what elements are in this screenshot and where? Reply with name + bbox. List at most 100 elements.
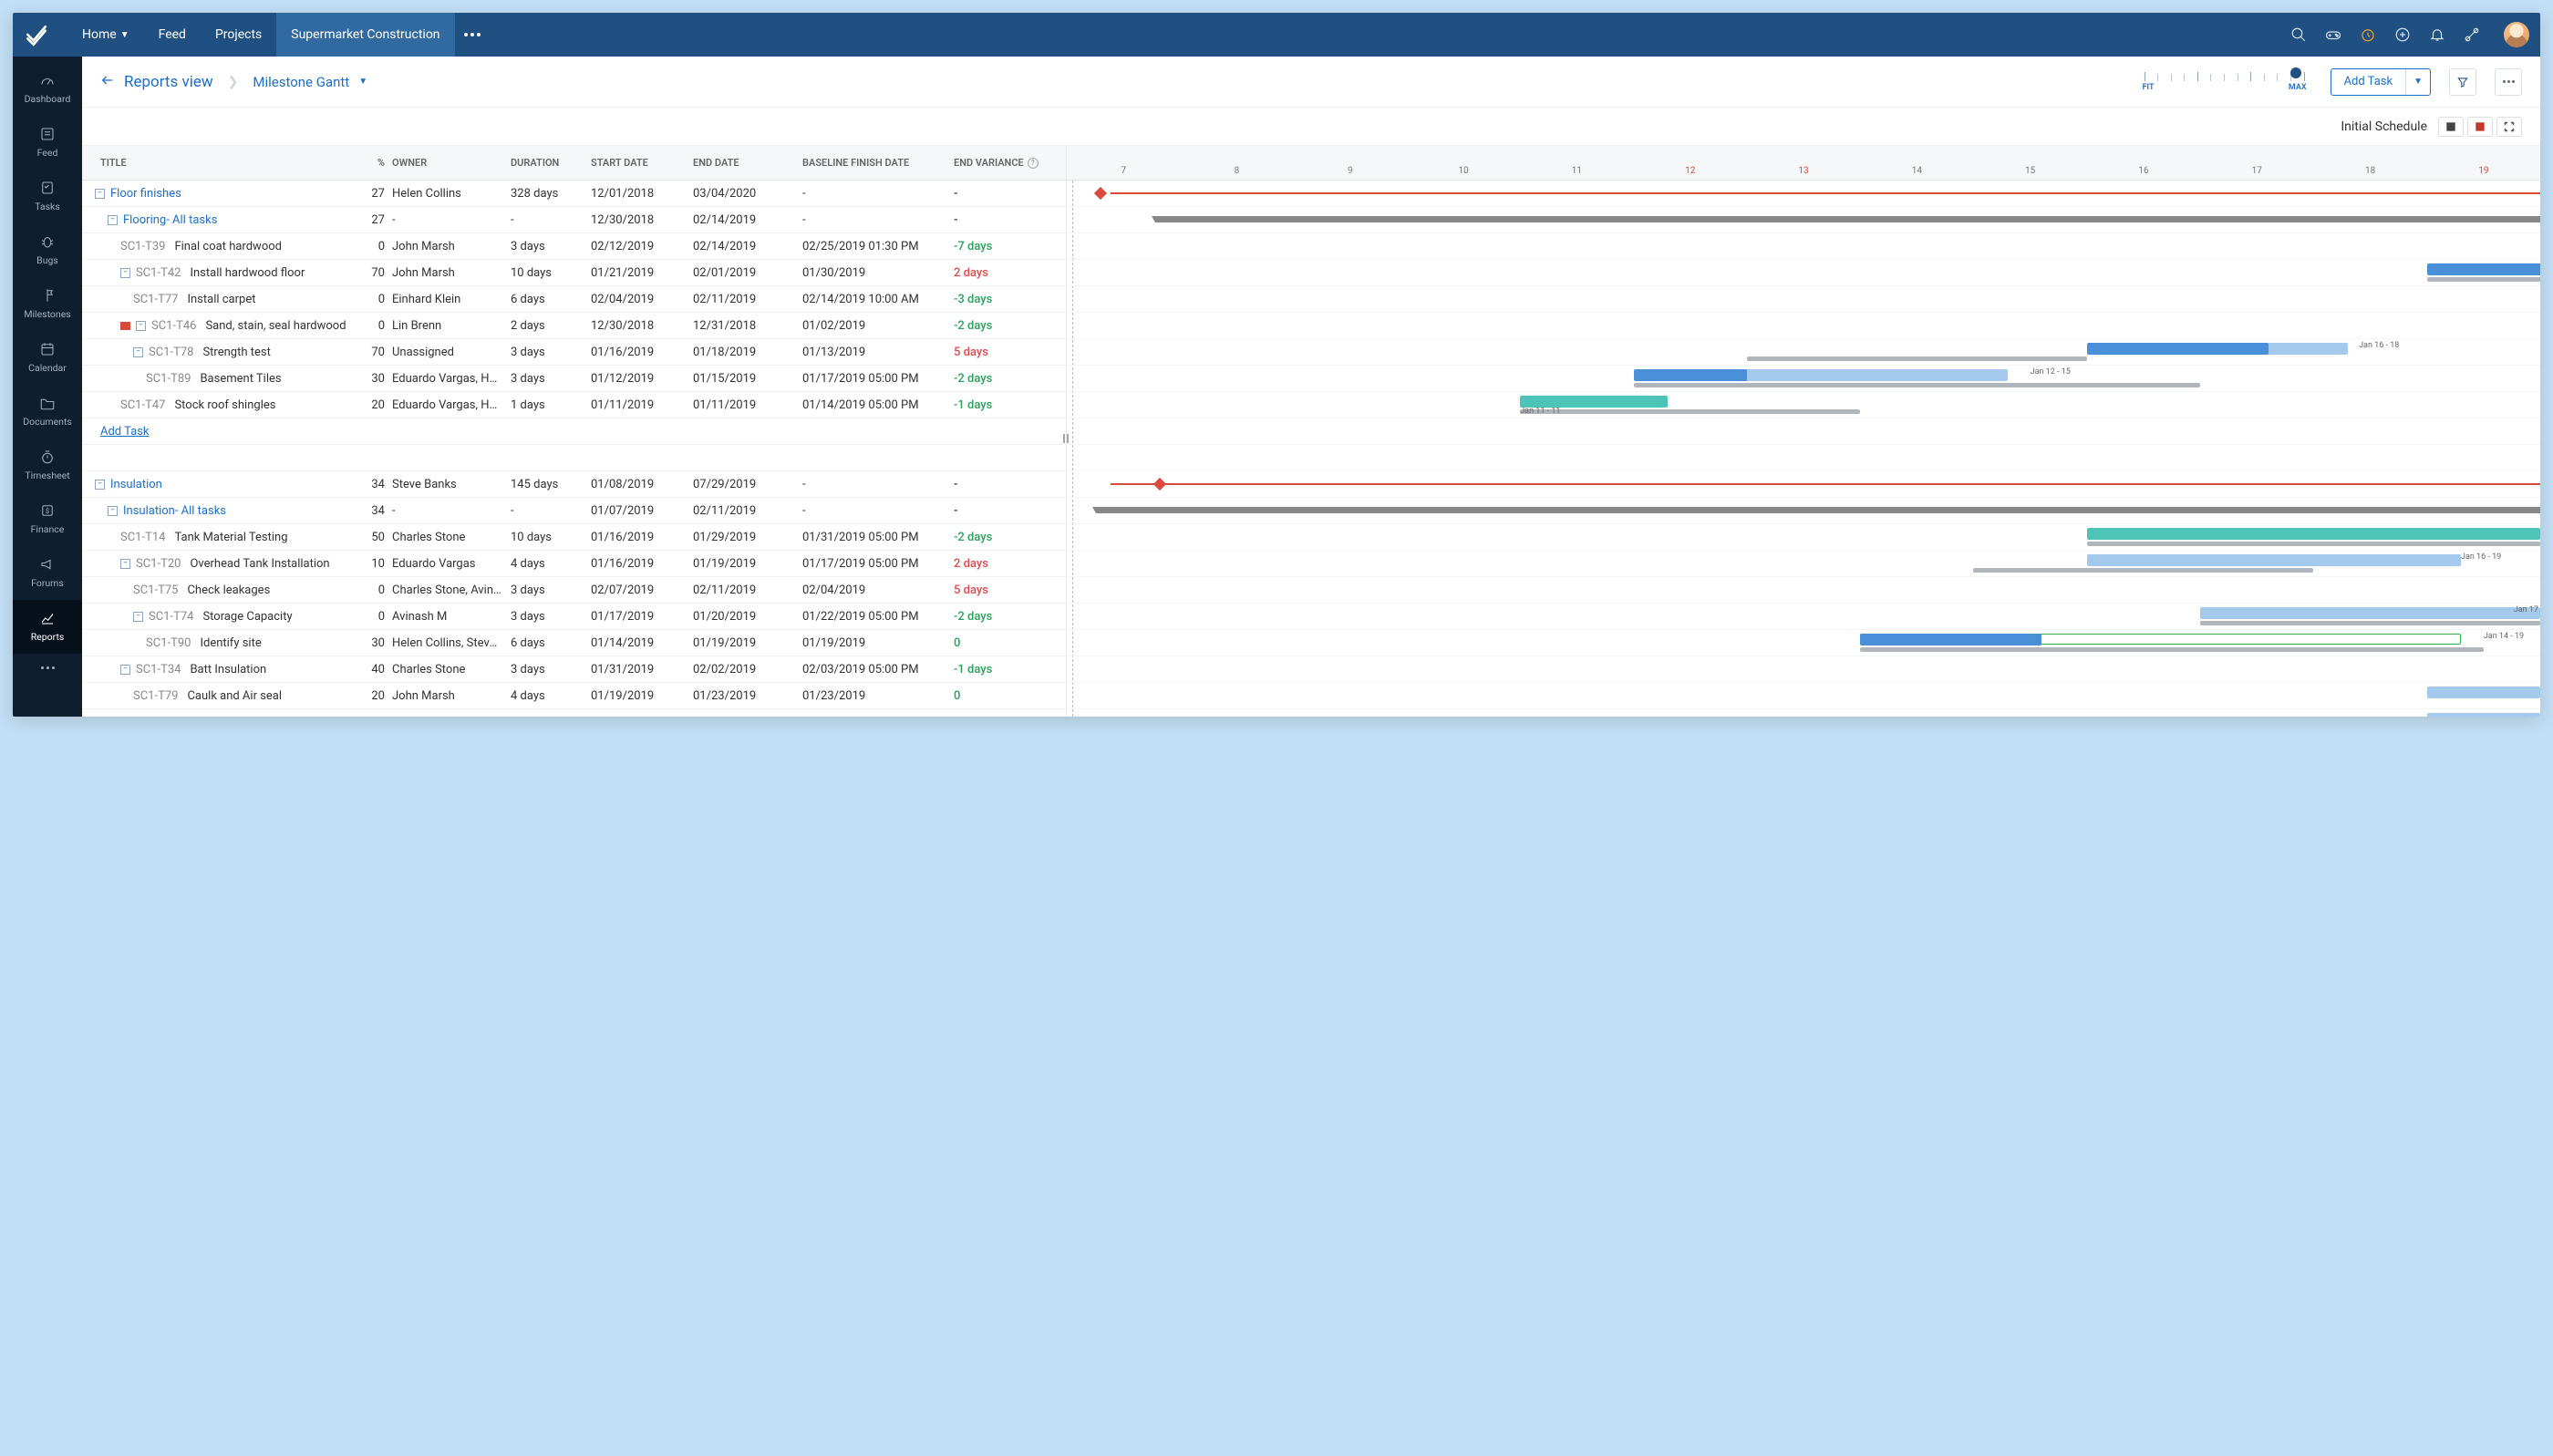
gantt-row[interactable]: Jan 16 - 19 bbox=[1067, 551, 2540, 577]
gantt-bar[interactable] bbox=[1860, 634, 2041, 645]
table-row[interactable]: −Insulation- All tasks34--01/07/201902/1… bbox=[82, 498, 1066, 524]
gantt-row[interactable]: Jan 16 - 18 bbox=[1067, 339, 2540, 366]
gamepad-icon[interactable] bbox=[2325, 26, 2341, 43]
task-title[interactable]: Strength test bbox=[202, 346, 270, 359]
task-title[interactable]: Draft and Fire stop bbox=[174, 716, 272, 718]
table-row[interactable]: −SC1-T20Overhead Tank Installation10Edua… bbox=[82, 551, 1066, 577]
task-title[interactable]: Identify site bbox=[200, 636, 261, 650]
filter-button[interactable] bbox=[2449, 68, 2476, 96]
gantt-row[interactable] bbox=[1067, 181, 2540, 207]
table-row[interactable]: SC1-T79Caulk and Air seal20John Marsh4 d… bbox=[82, 683, 1066, 709]
breadcrumb-milestone-gantt[interactable]: Milestone Gantt ▼ bbox=[253, 74, 367, 90]
gantt-bar[interactable] bbox=[1634, 369, 1747, 381]
col-owner[interactable]: OWNER bbox=[392, 157, 511, 169]
collapse-toggle[interactable]: − bbox=[95, 189, 105, 199]
rail-forums[interactable]: Forums bbox=[13, 546, 82, 600]
col-baseline[interactable]: BASELINE FINISH DATE bbox=[802, 157, 954, 169]
fullscreen-icon[interactable] bbox=[2496, 117, 2522, 137]
user-avatar[interactable] bbox=[2504, 22, 2529, 47]
gantt-row[interactable] bbox=[1067, 709, 2540, 717]
table-row[interactable]: −SC1-T42Install hardwood floor70John Mar… bbox=[82, 260, 1066, 286]
gantt-bar[interactable] bbox=[1111, 192, 2540, 194]
rail-reports[interactable]: Reports bbox=[13, 600, 82, 654]
gantt-bar[interactable] bbox=[2427, 263, 2540, 275]
breadcrumb-reports-view[interactable]: Reports view bbox=[124, 73, 213, 91]
gantt-row[interactable]: Jan 14 - 19 bbox=[1067, 630, 2540, 656]
col-start[interactable]: START DATE bbox=[591, 157, 693, 169]
collapse-toggle[interactable]: − bbox=[108, 215, 118, 225]
export-excel-icon[interactable] bbox=[2438, 117, 2464, 137]
nav-projects[interactable]: Projects bbox=[201, 13, 276, 57]
add-task-link[interactable]: Add Task bbox=[100, 425, 150, 439]
gantt-bar[interactable] bbox=[1634, 383, 2201, 387]
table-row[interactable]: SC1-T75Check leakages0Charles Stone, Avi… bbox=[82, 577, 1066, 604]
gantt-row[interactable] bbox=[1067, 418, 2540, 445]
gantt-row[interactable] bbox=[1067, 286, 2540, 313]
nav-feed[interactable]: Feed bbox=[144, 13, 201, 57]
bell-icon[interactable] bbox=[2429, 26, 2445, 43]
task-title[interactable]: Install carpet bbox=[187, 293, 255, 306]
gantt-row[interactable] bbox=[1067, 207, 2540, 233]
back-arrow-icon[interactable] bbox=[100, 73, 115, 91]
gantt-bar[interactable] bbox=[1860, 647, 2484, 652]
gantt-bar[interactable] bbox=[1096, 507, 2540, 513]
table-row[interactable]: −SC1-T74Storage Capacity0Avinash M3 days… bbox=[82, 604, 1066, 630]
col-end[interactable]: END DATE bbox=[693, 157, 802, 169]
export-pdf-icon[interactable] bbox=[2467, 117, 2493, 137]
table-row[interactable]: −Flooring- All tasks27--12/30/201802/14/… bbox=[82, 207, 1066, 233]
plus-circle-icon[interactable] bbox=[2394, 26, 2411, 43]
gantt-row[interactable]: Jan 17 bbox=[1067, 604, 2540, 630]
gantt-bar[interactable]: Jan 12 - 15 bbox=[2031, 367, 2071, 377]
task-title[interactable]: Sand, stain, seal hardwood bbox=[205, 319, 346, 333]
clock-alert-icon[interactable] bbox=[2360, 26, 2376, 43]
rail-feed[interactable]: Feed bbox=[13, 116, 82, 170]
col-title[interactable]: TITLE bbox=[82, 157, 356, 169]
tools-icon[interactable] bbox=[2464, 26, 2480, 43]
gantt-bar[interactable] bbox=[2200, 607, 2540, 619]
task-title[interactable]: Tank Material Testing bbox=[174, 531, 287, 544]
col-duration[interactable]: DURATION bbox=[511, 157, 591, 169]
nav-more-icon[interactable] bbox=[464, 33, 481, 36]
task-title[interactable]: Storage Capacity bbox=[202, 610, 292, 624]
gantt-bar[interactable] bbox=[1973, 568, 2313, 573]
table-row[interactable]: −SC1-T78Strength test70Unassigned3 days0… bbox=[82, 339, 1066, 366]
gantt-row[interactable] bbox=[1067, 524, 2540, 551]
rail-dashboard[interactable]: Dashboard bbox=[13, 62, 82, 116]
task-title[interactable]: Insulation- All tasks bbox=[123, 504, 226, 518]
task-title[interactable]: Batt Insulation bbox=[190, 663, 266, 676]
table-row[interactable]: −SC1-T34Batt Insulation40Charles Stone3 … bbox=[82, 656, 1066, 683]
task-title[interactable]: Caulk and Air seal bbox=[187, 689, 282, 703]
nav-project-current[interactable]: Supermarket Construction bbox=[276, 13, 454, 57]
gantt-row[interactable]: Jan 12 - 15 bbox=[1067, 366, 2540, 392]
add-task-button[interactable]: Add Task ▼ bbox=[2331, 68, 2431, 96]
table-row[interactable]: SC1-T40Draft and Fire stop60Charles Ston… bbox=[82, 709, 1066, 717]
gantt-bar[interactable]: Jan 16 - 18 bbox=[2359, 341, 2399, 350]
gantt-bar[interactable] bbox=[2427, 687, 2540, 698]
col-pct[interactable]: % bbox=[356, 157, 392, 169]
rail-more-icon[interactable] bbox=[30, 656, 66, 680]
table-row[interactable]: SC1-T14Tank Material Testing50Charles St… bbox=[82, 524, 1066, 551]
task-title[interactable]: Flooring- All tasks bbox=[123, 213, 217, 227]
gantt-bar[interactable] bbox=[2087, 343, 2269, 355]
rail-timesheet[interactable]: Timesheet bbox=[13, 439, 82, 492]
gantt-bar[interactable]: Jan 16 - 19 bbox=[2461, 552, 2501, 562]
gantt-bar[interactable] bbox=[1094, 187, 1107, 200]
table-row[interactable]: SC1-T77Install carpet0Einhard Klein6 day… bbox=[82, 286, 1066, 313]
table-row[interactable]: SC1-T39Final coat hardwood0John Marsh3 d… bbox=[82, 233, 1066, 260]
nav-home[interactable]: Home▼ bbox=[67, 13, 144, 57]
gantt-row[interactable] bbox=[1067, 683, 2540, 709]
collapse-toggle[interactable]: − bbox=[120, 268, 130, 278]
table-row[interactable]: −SC1-T46Sand, stain, seal hardwood0Lin B… bbox=[82, 313, 1066, 339]
collapse-toggle[interactable]: − bbox=[136, 321, 146, 331]
more-options-button[interactable] bbox=[2495, 68, 2522, 96]
chevron-down-icon[interactable]: ▼ bbox=[2406, 77, 2430, 87]
gantt-bar[interactable]: Jan 14 - 19 bbox=[2484, 632, 2524, 641]
collapse-toggle[interactable]: − bbox=[120, 665, 130, 675]
gantt-bar[interactable]: Jan 17 bbox=[2514, 605, 2538, 614]
timeline-body[interactable]: Jan 16 - 18Jan 12 - 15Jan 11 - 11Jan 16 … bbox=[1067, 181, 2540, 717]
gantt-bar[interactable] bbox=[1153, 478, 1166, 490]
task-title[interactable]: Overhead Tank Installation bbox=[190, 557, 329, 571]
gantt-bar[interactable] bbox=[1520, 409, 1860, 414]
gantt-row[interactable] bbox=[1067, 498, 2540, 524]
gantt-bar[interactable] bbox=[1747, 356, 2087, 361]
